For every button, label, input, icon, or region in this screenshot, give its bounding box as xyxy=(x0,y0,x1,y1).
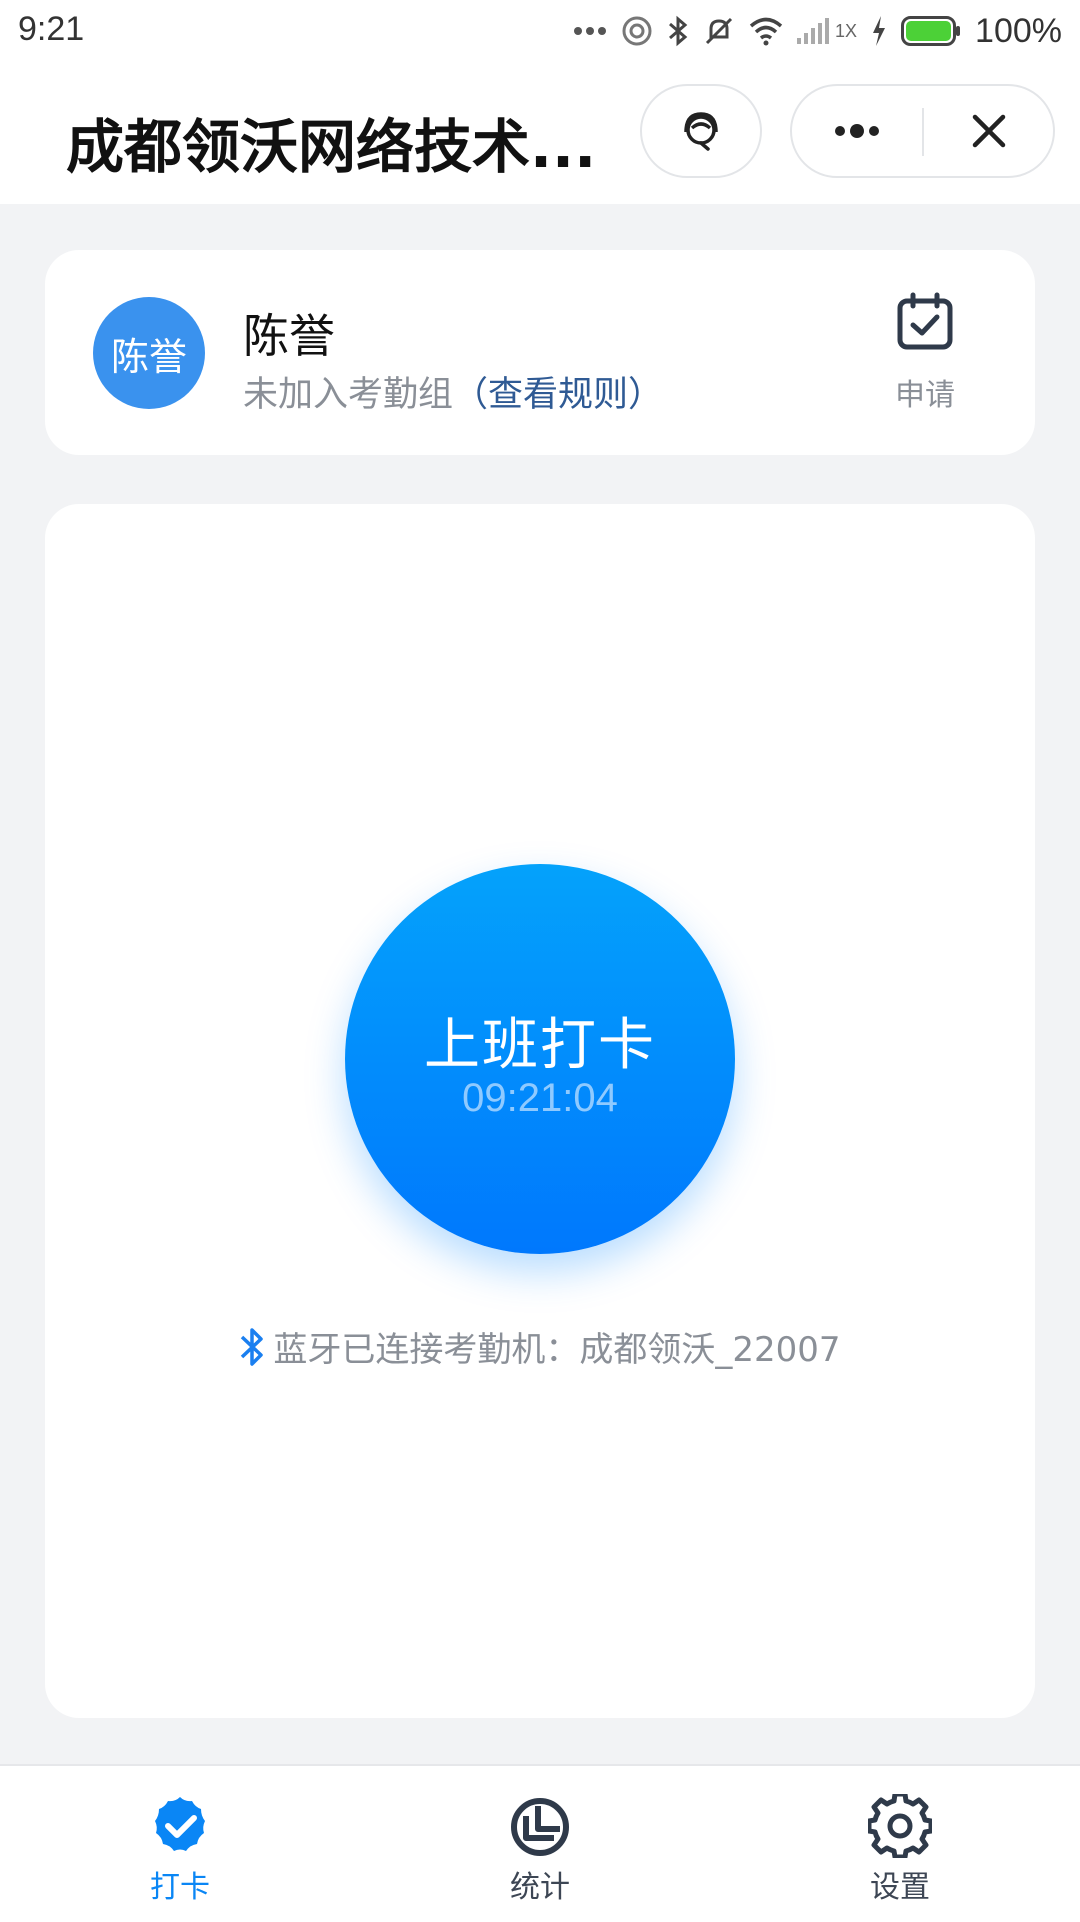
bluetooth-icon xyxy=(241,1327,264,1366)
bluetooth-status: 蓝牙已连接考勤机：成都领沃_22007 xyxy=(45,1322,1035,1371)
page-title: 成都领沃网络技术... xyxy=(66,113,597,181)
group-status-text: 未加入考勤组 xyxy=(243,375,454,415)
charging-icon xyxy=(873,16,886,46)
tab-clock-in-label: 打卡 xyxy=(150,1870,210,1905)
close-button[interactable] xyxy=(924,86,1053,176)
battery-percentage: 100% xyxy=(975,11,1062,50)
more-icon xyxy=(835,124,879,138)
wifi-icon xyxy=(749,17,783,46)
tab-settings[interactable]: 设置 xyxy=(800,1766,1000,1922)
tab-statistics[interactable]: 统计 xyxy=(440,1766,640,1922)
bluetooth-status-text: 蓝牙已连接考勤机：成都领沃_22007 xyxy=(273,1330,841,1370)
attendance-group-status: 未加入考勤组（查看规则） xyxy=(243,366,663,417)
mute-icon xyxy=(705,17,733,45)
user-name: 陈誉 xyxy=(243,309,335,363)
close-icon xyxy=(972,114,1005,148)
tab-settings-label: 设置 xyxy=(870,1870,930,1905)
signal-icon xyxy=(797,18,829,44)
tab-clock-in[interactable]: 打卡 xyxy=(80,1766,280,1922)
punch-card: 上班打卡 09:21:04 蓝牙已连接考勤机：成都领沃_22007 xyxy=(45,504,1035,1718)
status-icons: 1X 100% xyxy=(573,8,1062,54)
avatar: 陈誉 xyxy=(93,297,205,409)
bluetooth-status-icon xyxy=(669,15,688,47)
tab-bar: 打卡 统计 设置 xyxy=(0,1764,1080,1922)
view-rules-link[interactable]: （查看规则） xyxy=(453,375,663,415)
apply-button[interactable]: 申请 xyxy=(875,292,975,422)
menu-capsule xyxy=(790,84,1055,178)
calendar-check-icon xyxy=(897,292,953,350)
gear-icon xyxy=(868,1794,932,1858)
tab-statistics-label: 统计 xyxy=(510,1870,570,1905)
current-time: 09:21:04 xyxy=(462,1076,618,1120)
profile-card: 陈誉 陈誉 未加入考勤组（查看规则） 申请 xyxy=(45,250,1035,455)
customer-service-button[interactable] xyxy=(640,84,762,178)
network-label: 1X xyxy=(835,20,858,41)
battery-icon xyxy=(901,16,961,46)
clock-in-label: 上班打卡 xyxy=(424,1013,656,1078)
status-time: 9:21 xyxy=(18,10,85,48)
check-badge-icon xyxy=(155,1797,205,1851)
apply-label: 申请 xyxy=(895,378,955,413)
more-dots-icon xyxy=(574,27,606,35)
clock-in-button[interactable]: 上班打卡 09:21:04 xyxy=(345,864,735,1254)
pie-chart-icon xyxy=(511,1798,569,1856)
more-button[interactable] xyxy=(792,86,922,176)
hotspot-icon xyxy=(622,16,652,46)
customer-service-icon xyxy=(684,112,718,151)
status-bar: 9:21 1X 100% xyxy=(0,0,1080,62)
